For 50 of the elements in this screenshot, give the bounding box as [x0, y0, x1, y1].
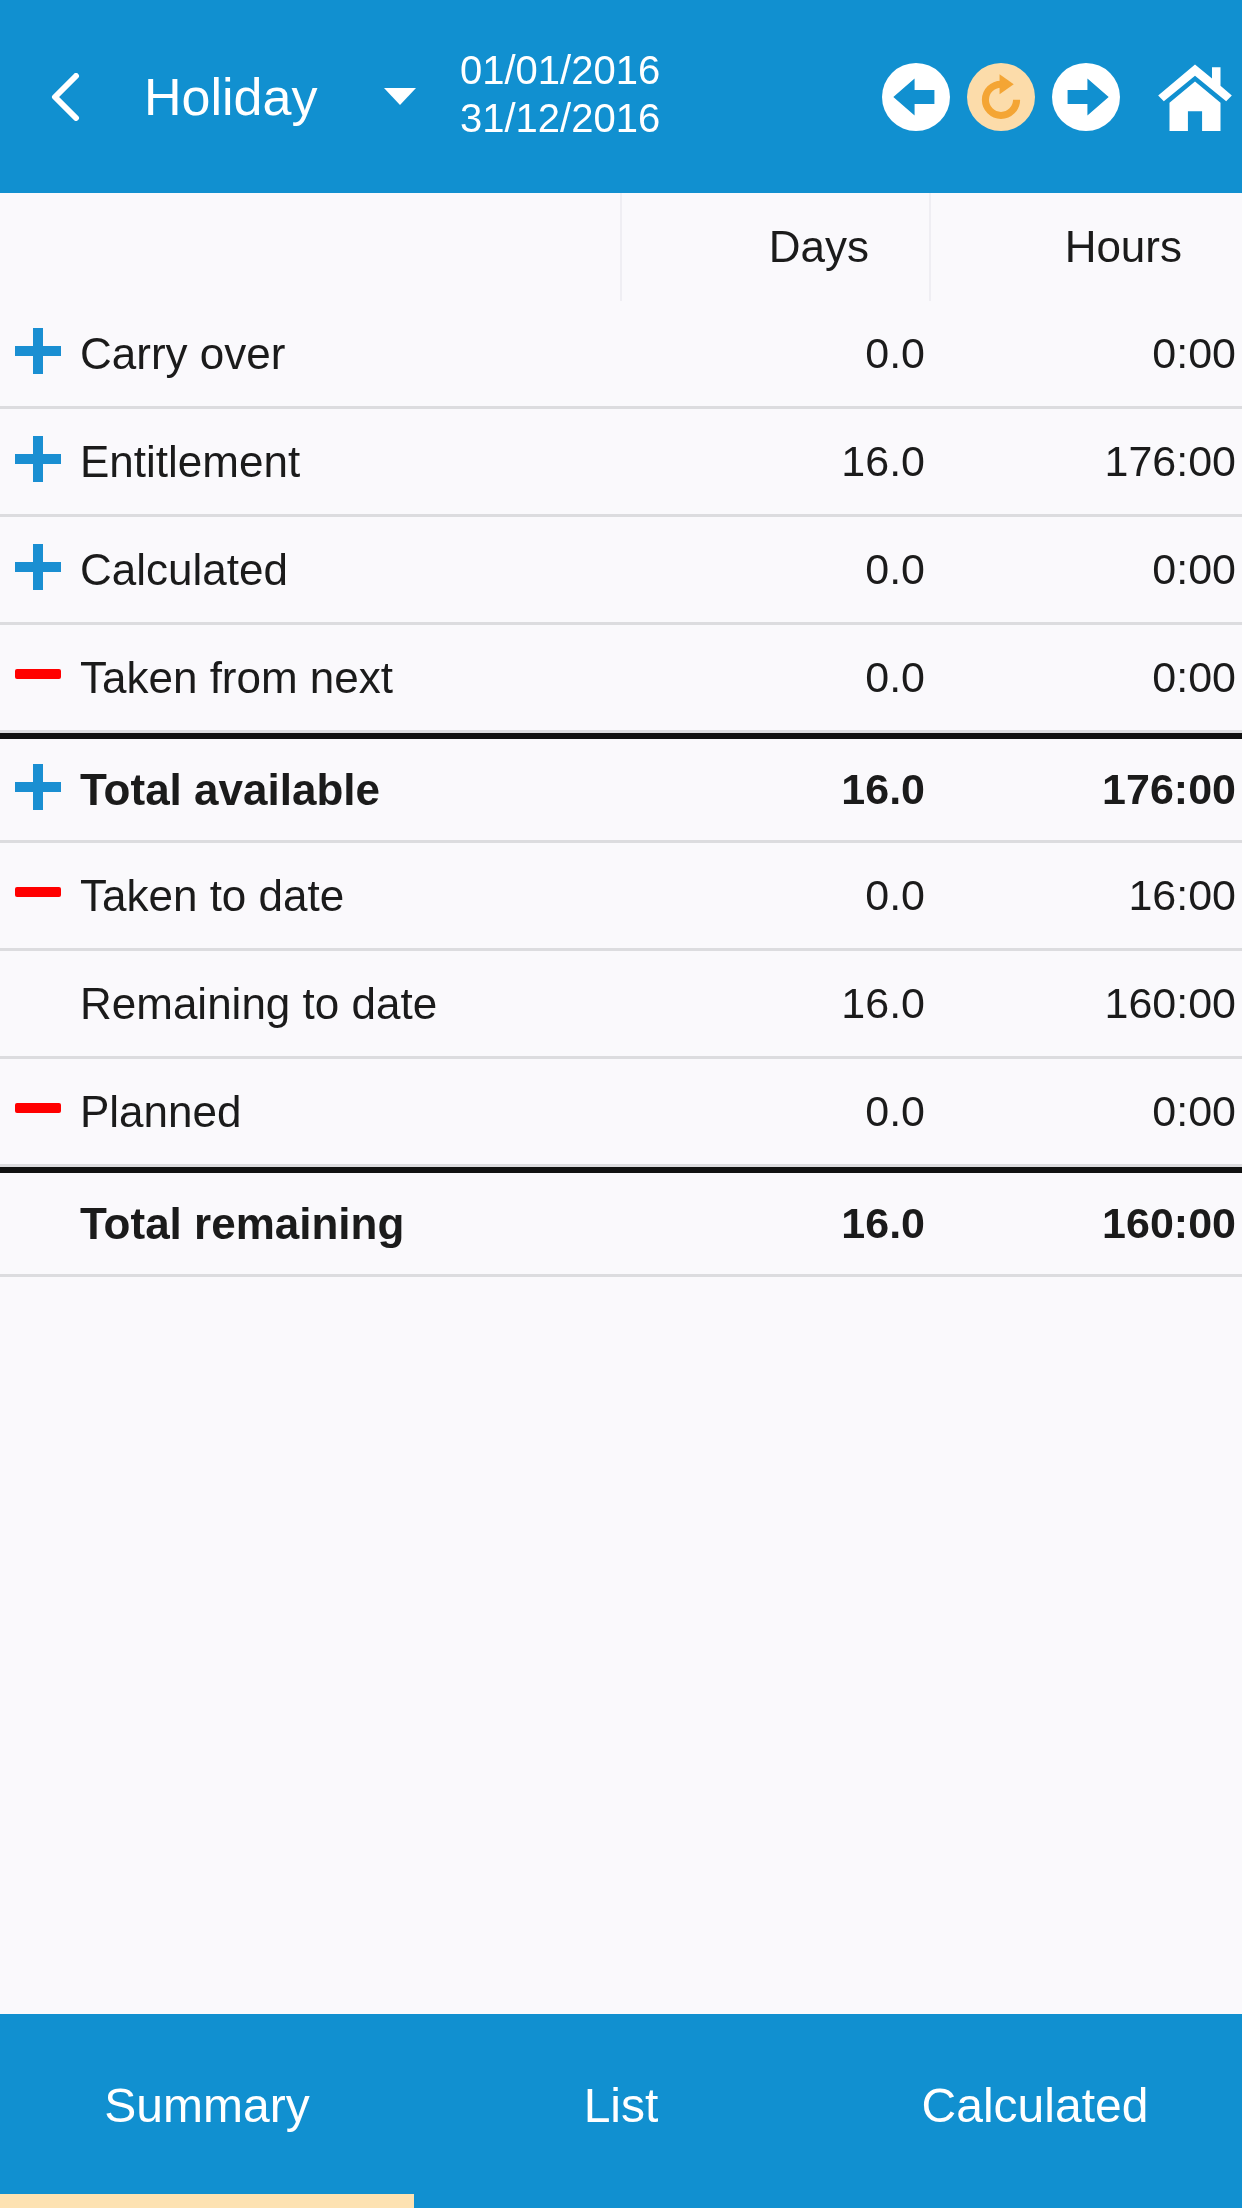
row-label: Total remaining [80, 1198, 405, 1249]
row-label: Calculated [80, 544, 288, 595]
home-button[interactable] [1158, 62, 1232, 131]
previous-button[interactable] [882, 62, 950, 131]
home-icon [1158, 62, 1232, 131]
row-label: Carry over [80, 328, 286, 379]
end-date: 31/12/2016 [460, 94, 661, 141]
days-value: 16.0 [841, 765, 925, 814]
hours-value: 0:00 [1152, 329, 1236, 378]
days-value: 0.0 [865, 653, 925, 702]
row-label: Remaining to date [80, 978, 438, 1029]
plus-icon [15, 435, 61, 482]
hours-value: 0:00 [1152, 1087, 1236, 1136]
row-label: Entitlement [80, 436, 301, 487]
hours-value: 160:00 [1104, 979, 1236, 1028]
row-label: Planned [80, 1086, 242, 1137]
days-value: 16.0 [841, 1199, 925, 1248]
refresh-button[interactable] [967, 62, 1035, 131]
hours-value: 0:00 [1152, 653, 1236, 702]
hours-value: 16:00 [1128, 871, 1236, 920]
days-value: 0.0 [865, 545, 925, 594]
minus-icon [15, 886, 61, 897]
minus-icon [15, 1102, 61, 1113]
tab[interactable]: Calculated [828, 2014, 1242, 2208]
column-header: Hours [1064, 222, 1182, 272]
days-value: 0.0 [865, 329, 925, 378]
hours-value: 0:00 [1152, 545, 1236, 594]
days-value: 16.0 [841, 437, 925, 486]
hours-value: 176:00 [1102, 765, 1236, 814]
chevron-left-icon [50, 72, 80, 121]
period-type-dropdown[interactable]: Holiday [144, 62, 420, 131]
hours-value: 176:00 [1104, 437, 1236, 486]
plus-icon [15, 543, 61, 590]
row-label: Taken from next [80, 652, 394, 703]
caret-down-icon [384, 88, 416, 105]
hours-value: 160:00 [1102, 1199, 1236, 1248]
plus-icon [15, 763, 61, 810]
column-header: Days [768, 222, 869, 272]
tab[interactable]: List [414, 2014, 828, 2208]
start-date: 01/01/2016 [460, 46, 661, 93]
row-label: Taken to date [80, 870, 345, 921]
minus-icon [15, 668, 61, 679]
next-button[interactable] [1052, 62, 1120, 131]
days-value: 0.0 [865, 871, 925, 920]
row-label: Total available [80, 764, 380, 815]
tab[interactable]: Summary [0, 2014, 414, 2208]
days-value: 16.0 [841, 979, 925, 1028]
days-value: 0.0 [865, 1087, 925, 1136]
plus-icon [15, 327, 61, 374]
refresh-icon [967, 62, 1035, 131]
